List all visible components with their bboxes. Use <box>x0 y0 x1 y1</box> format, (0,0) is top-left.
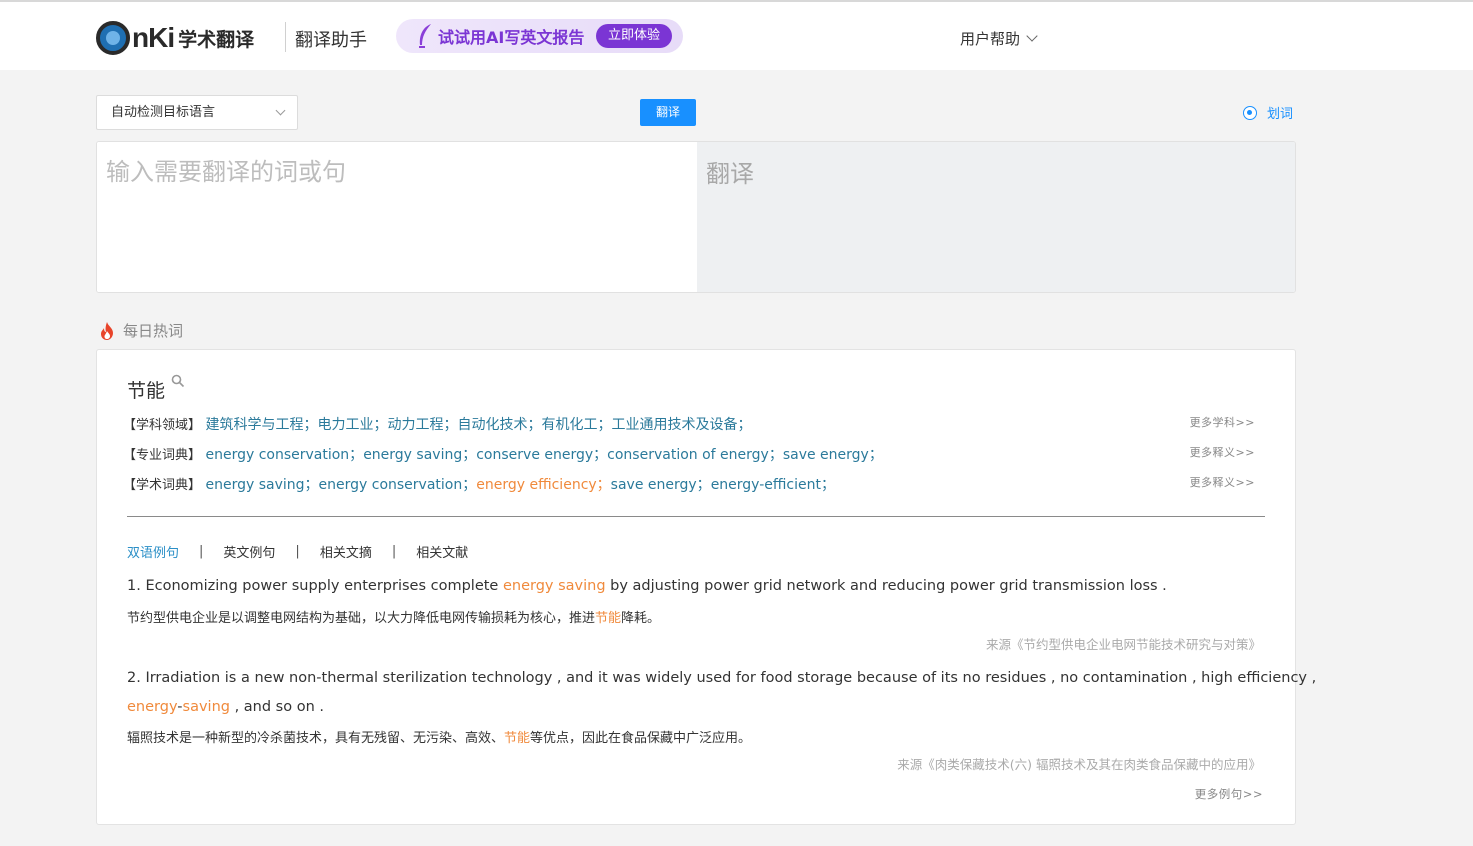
section-divider <box>127 516 1265 517</box>
tab-bilingual-examples[interactable]: 双语例句 <box>127 542 179 561</box>
example-2-source[interactable]: 来源《肉类保藏技术(六) 辐照技术及其在肉类食品保藏中的应用》 <box>897 754 1261 773</box>
example-1-source[interactable]: 来源《节约型供电企业电网节能技术研究与对策》 <box>986 634 1261 653</box>
promo-text: 试试用AI写英文报告 <box>438 28 585 47</box>
translation-link[interactable]: save energy； <box>783 447 883 463</box>
example-tabs: 双语例句 | 英文例句 | 相关文摘 | 相关文献 <box>127 542 469 561</box>
example-2-chinese: 辐照技术是一种新型的冷杀菌技术，具有无残留、无污染、高效、节能等优点，因此在食品… <box>127 731 752 746</box>
highlight-term: 节能 <box>595 611 622 626</box>
subject-link[interactable]: 建筑科学与工程； <box>205 417 317 433</box>
hot-word-card: 节能 【学科领域】 建筑科学与工程；电力工业；动力工程；自动化技术；有机化工；工… <box>96 349 1316 825</box>
user-help-menu[interactable]: 用户帮助 <box>960 28 1038 49</box>
row-tag: 【学科领域】 <box>123 418 202 433</box>
logo-divider <box>285 22 286 52</box>
academic-dictionary-row: 【学术词典】 energy saving；energy conservation… <box>123 474 835 494</box>
more-definitions-link[interactable]: 更多释义>> <box>1190 474 1255 490</box>
daily-hot-words-title: 每日热词 <box>99 320 183 341</box>
more-examples-link[interactable]: 更多例句>> <box>1195 786 1263 802</box>
search-icon[interactable] <box>171 374 185 388</box>
subject-field-row: 【学科领域】 建筑科学与工程；电力工业；动力工程；自动化技术；有机化工；工业通用… <box>123 414 751 434</box>
translation-link[interactable]: energy conservation； <box>205 447 363 463</box>
subject-link[interactable]: 动力工程； <box>387 417 457 433</box>
huaci-label: 划词 <box>1267 107 1294 122</box>
target-language-select[interactable]: 自动检测目标语言 <box>96 95 298 130</box>
huaci-toggle[interactable]: 划词 <box>1243 103 1293 122</box>
translation-link[interactable]: energy-efficient； <box>711 477 835 493</box>
highlight-term: 节能 <box>504 731 531 746</box>
translation-link[interactable]: conserve energy； <box>476 447 607 463</box>
subject-link[interactable]: 有机化工； <box>541 417 611 433</box>
tab-english-examples[interactable]: 英文例句 <box>223 542 275 561</box>
daily-hot-words-label: 每日热词 <box>123 322 184 340</box>
translation-link[interactable]: energy saving； <box>205 477 318 493</box>
professional-dictionary-row: 【专业词典】 energy conservation；energy saving… <box>123 444 883 464</box>
user-help-label: 用户帮助 <box>960 30 1021 48</box>
translate-button[interactable]: 翻译 <box>640 99 696 126</box>
source-pane <box>97 142 697 292</box>
try-now-button[interactable]: 立即体验 <box>596 24 672 48</box>
header: nKi 学术翻译 翻译助手 试试用AI写英文报告 立即体验 用户帮助 <box>0 2 1473 70</box>
subject-link[interactable]: 电力工业； <box>317 417 387 433</box>
feather-icon <box>412 21 438 51</box>
flame-icon <box>101 321 113 340</box>
ai-promo-banner[interactable]: 试试用AI写英文报告 立即体验 <box>396 19 683 53</box>
translation-link[interactable]: energy conservation； <box>319 477 477 493</box>
globe-icon <box>96 21 130 55</box>
hot-word-title: 节能 <box>127 380 166 402</box>
translation-link[interactable]: conservation of energy； <box>607 447 783 463</box>
example-1-chinese: 节约型供电企业是以调整电网结构为基础，以大力降低电网传输损耗为核心，推进节能降耗… <box>127 611 661 626</box>
logo-subtitle: 学术翻译 <box>178 28 255 51</box>
highlight-term: energy <box>127 699 178 715</box>
cnki-logo[interactable]: nKi 学术翻译 <box>96 18 254 58</box>
result-pane: 翻译 <box>697 142 1295 292</box>
highlighted-translation-link[interactable]: energy efficiency； <box>476 477 610 493</box>
translation-link[interactable]: save energy； <box>611 477 711 493</box>
subject-link[interactable]: 自动化技术； <box>457 417 541 433</box>
tab-related-abstracts[interactable]: 相关文摘 <box>320 542 372 561</box>
highlight-term: energy saving <box>502 578 606 594</box>
example-2-english-line2: energy-saving , and so on . <box>127 699 324 715</box>
row-tag: 【学术词典】 <box>123 478 202 493</box>
highlight-term: saving <box>182 699 230 715</box>
result-placeholder: 翻译 <box>706 160 754 188</box>
example-1-english: 1. Economizing power supply enterprises … <box>127 578 1167 594</box>
subject-link[interactable]: 工业通用技术及设备； <box>611 417 751 433</box>
more-subjects-link[interactable]: 更多学科>> <box>1190 414 1255 430</box>
logo-text: nKi <box>132 22 175 53</box>
assistant-title[interactable]: 翻译助手 <box>295 26 367 52</box>
tab-related-literature[interactable]: 相关文献 <box>416 542 468 561</box>
source-text-input[interactable] <box>106 152 686 282</box>
radio-selected-icon[interactable] <box>1243 105 1257 120</box>
row-tag: 【专业词典】 <box>123 448 202 463</box>
target-language-value: 自动检测目标语言 <box>111 105 216 120</box>
chevron-down-icon <box>275 105 286 116</box>
example-2-english-line1: 2. Irradiation is a new non-thermal ster… <box>127 670 1317 686</box>
translation-link[interactable]: energy saving； <box>363 447 476 463</box>
more-definitions-link[interactable]: 更多释义>> <box>1190 444 1255 460</box>
chevron-down-icon <box>1026 30 1038 42</box>
translate-panes: 翻译 <box>96 141 1296 293</box>
